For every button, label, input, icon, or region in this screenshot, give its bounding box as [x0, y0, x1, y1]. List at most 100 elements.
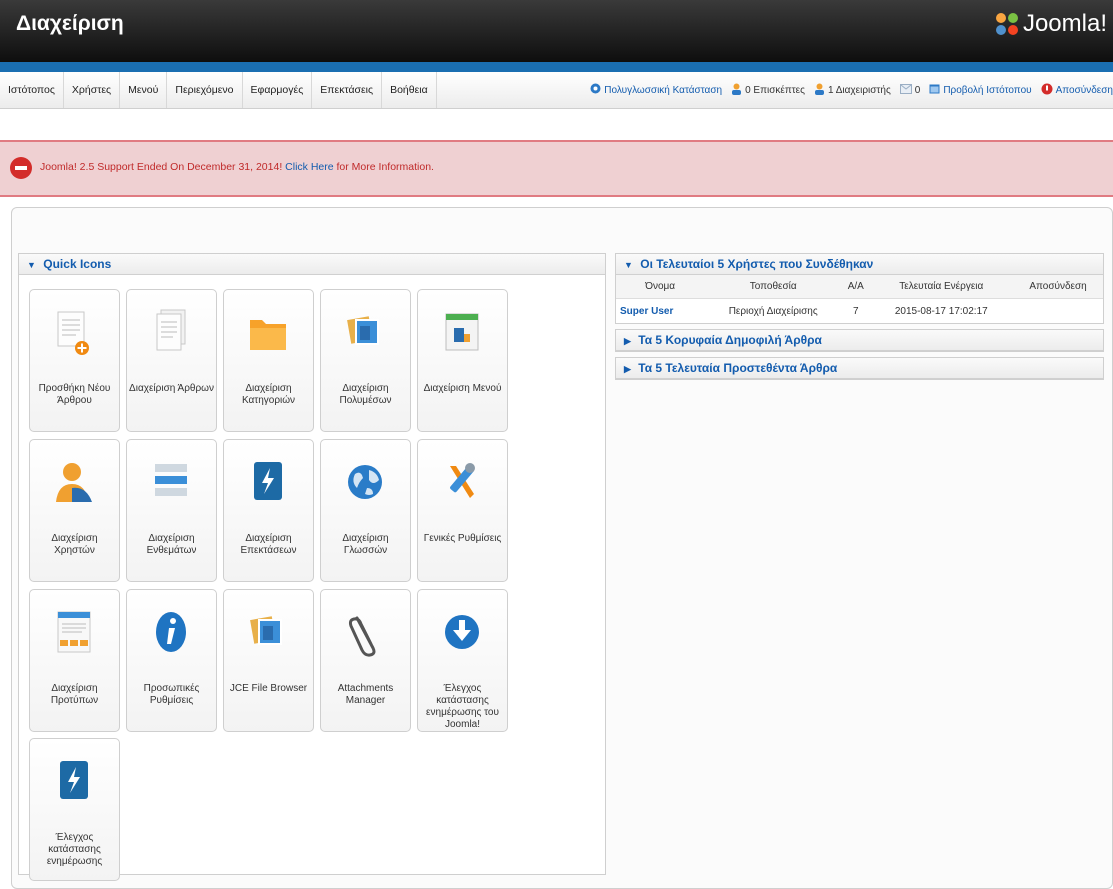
popular-articles-panel: ▶ Τα 5 Κορυφαία Δημοφιλή Άρθρα [615, 329, 1104, 352]
logout-icon [1041, 83, 1053, 98]
error-icon [10, 157, 32, 179]
config-tools-icon [450, 463, 475, 498]
visitors-status: 0 Επισκέπτες [731, 83, 805, 98]
expand-triangle-icon: ▼ [624, 260, 633, 270]
quick-icon-label: Διαχείριση Γλωσσών [342, 533, 389, 556]
multilingual-label: Πολυγλωσσική Κατάσταση [604, 84, 723, 96]
multilingual-icon [590, 83, 601, 97]
quick-icon-menus[interactable]: Διαχείριση Μενού [417, 289, 508, 432]
quick-icons-title-bar[interactable]: ▼ Quick Icons [19, 254, 605, 275]
multilingual-status[interactable]: Πολυγλωσσική Κατάσταση [590, 83, 722, 97]
visitors-label: 0 Επισκέπτες [745, 84, 805, 96]
collapse-triangle-icon: ▶ [624, 336, 631, 346]
quick-icon-label: Διαχείριση Προτύπων [50, 683, 99, 706]
menu-site[interactable]: Ιστότοπος [0, 72, 64, 108]
user-logout-cell[interactable] [1013, 299, 1103, 324]
quick-icon-label: Διαχείριση Κατηγοριών [241, 383, 296, 406]
logged-users-table: Όνομα Τοποθεσία Α/Α Τελευταία Ενέργεια Α… [616, 275, 1103, 323]
view-site-link[interactable]: Προβολή Ιστότοπου [929, 84, 1032, 97]
alert-message: Joomla! 2.5 Support Ended On December 31… [40, 161, 434, 173]
quick-icon-label: Διαχείριση Πολυμέσων [339, 383, 392, 406]
quick-icon-profile[interactable]: Προσωπικές Ρυθμίσεις [126, 589, 217, 732]
user-id: 7 [852, 305, 859, 317]
logo-text: Joomla! [1022, 10, 1107, 37]
quick-icon-extensions[interactable]: Διαχείριση Επεκτάσεων [223, 439, 314, 582]
alert-link[interactable]: Click Here [285, 161, 333, 173]
status-bar: Πολυγλωσσική Κατάσταση 0 Επισκέπτες 1 Δι… [581, 72, 1113, 108]
quick-icon-label: Διαχείριση Επεκτάσεων [240, 533, 297, 556]
main-menu: Ιστότοπος Χρήστες Μενού Περιεχόμενο Εφαρ… [0, 72, 437, 108]
column-header: Τελευταία Ενέργεια [869, 275, 1014, 299]
right-column: ▼ Οι Τελευταίοι 5 Χρήστες που Συνδέθηκαν… [615, 253, 1104, 385]
menu-users[interactable]: Χρήστες [64, 72, 121, 108]
logout-label: Αποσύνδεση [1055, 84, 1113, 96]
admins-label: 1 Διαχειριστής [827, 84, 891, 96]
column-header: Τοποθεσία [704, 275, 843, 299]
logged-users-title: Οι Τελευταίοι 5 Χρήστες που Συνδέθηκαν [640, 257, 874, 271]
quick-icons-panel: ▼ Quick Icons Προσθήκη Νέου Άρθρου Διαχε… [18, 253, 606, 881]
quick-icon-label: JCE File Browser [229, 683, 308, 694]
header-title: Διαχείριση [16, 12, 124, 35]
messages-count: 0 [914, 84, 921, 96]
menu-components[interactable]: Εφαρμογές [243, 72, 313, 108]
language-globe-icon [348, 465, 382, 499]
visitors-icon [731, 83, 742, 98]
quick-icon-label: Διαχείριση Μενού [423, 383, 502, 394]
extension-update-icon [60, 761, 88, 799]
info-icon [156, 612, 186, 652]
quick-icon-templates[interactable]: Διαχείριση Προτύπων [29, 589, 120, 732]
user-last-activity: 2015-08-17 17:02:17 [894, 305, 988, 317]
admin-header: Διαχείριση Joomla! [0, 0, 1113, 62]
header-accent-bar [0, 62, 1113, 72]
menu-extensions[interactable]: Επεκτάσεις [312, 72, 383, 108]
quick-icon-global-config[interactable]: Γενικές Ρυθμίσεις [417, 439, 508, 582]
messages-status[interactable]: 0 [899, 83, 921, 97]
quick-icon-articles[interactable]: Διαχείριση Άρθρων [126, 289, 217, 432]
user-icon [56, 463, 92, 502]
quick-icon-jce-browser[interactable]: JCE File Browser [223, 589, 314, 732]
alert-suffix: for More Information. [336, 161, 434, 173]
quick-icon-modules[interactable]: Διαχείριση Ενθεμάτων [126, 439, 217, 582]
quick-icon-users[interactable]: Διαχείριση Χρηστών [29, 439, 120, 582]
quick-icon-attachments[interactable]: Attachments Manager [320, 589, 411, 732]
column-header: Α/Α [842, 275, 870, 299]
view-site-label: Προβολή Ιστότοπου [943, 84, 1032, 96]
quick-icon-label: Γενικές Ρυθμίσεις [423, 533, 502, 544]
messages-icon [899, 83, 912, 97]
quick-icon-label: Διαχείριση Χρηστών [51, 533, 98, 556]
download-update-icon [445, 615, 479, 649]
table-row: Super User Περιοχή Διαχείρισης 7 2015-08… [616, 299, 1103, 324]
logout-link[interactable]: Αποσύνδεση [1041, 83, 1113, 98]
menu-content[interactable]: Περιεχόμενο [167, 72, 243, 108]
quick-icon-add-article[interactable]: Προσθήκη Νέου Άρθρου [29, 289, 120, 432]
latest-articles-title: Τα 5 Τελευταία Προστεθέντα Άρθρα [638, 361, 838, 375]
module-icon [155, 464, 187, 496]
quick-icon-label: Προσωπικές Ρυθμίσεις [143, 683, 200, 706]
column-header: Αποσύνδεση [1013, 275, 1103, 299]
quick-icon-label: Διαχείριση Άρθρων [129, 383, 214, 394]
user-location: Περιοχή Διαχείρισης [728, 305, 818, 317]
quick-icon-languages[interactable]: Διαχείριση Γλωσσών [320, 439, 411, 582]
quick-icon-label: Προσθήκη Νέου Άρθρου [38, 383, 111, 406]
collapse-triangle-icon: ▶ [624, 364, 631, 374]
latest-articles-title-bar[interactable]: ▶ Τα 5 Τελευταία Προστεθέντα Άρθρα [616, 358, 1103, 379]
quick-icon-media[interactable]: Διαχείριση Πολυμέσων [320, 289, 411, 432]
menu-help[interactable]: Βοήθεια [382, 72, 437, 108]
logged-users-title-bar[interactable]: ▼ Οι Τελευταίοι 5 Χρήστες που Συνδέθηκαν [616, 254, 1103, 275]
logged-users-panel: ▼ Οι Τελευταίοι 5 Χρήστες που Συνδέθηκαν… [615, 253, 1104, 324]
paperclip-icon [348, 616, 376, 657]
quick-icon-categories[interactable]: Διαχείριση Κατηγοριών [223, 289, 314, 432]
category-folder-icon [250, 320, 286, 350]
latest-articles-panel: ▶ Τα 5 Τελευταία Προστεθέντα Άρθρα [615, 357, 1104, 380]
quick-icon-label: Έλεγχος κατάστασης ενημέρωσης [46, 832, 103, 867]
popular-articles-title-bar[interactable]: ▶ Τα 5 Κορυφαία Δημοφιλή Άρθρα [616, 330, 1103, 351]
joomla-logo[interactable]: Joomla! [994, 10, 1107, 38]
menu-menus[interactable]: Μενού [120, 72, 168, 108]
quick-icon-joomla-update[interactable]: Έλεγχος κατάστασης ενημέρωσης του Joomla… [417, 589, 508, 732]
user-name-link[interactable]: Super User [616, 299, 704, 324]
article-icon [156, 309, 186, 351]
quick-icon-label: Έλεγχος κατάστασης ενημέρωσης του Joomla… [426, 683, 499, 730]
view-site-icon [929, 84, 940, 97]
admins-icon [814, 83, 825, 98]
quick-icon-extension-update[interactable]: Έλεγχος κατάστασης ενημέρωσης [29, 738, 120, 881]
